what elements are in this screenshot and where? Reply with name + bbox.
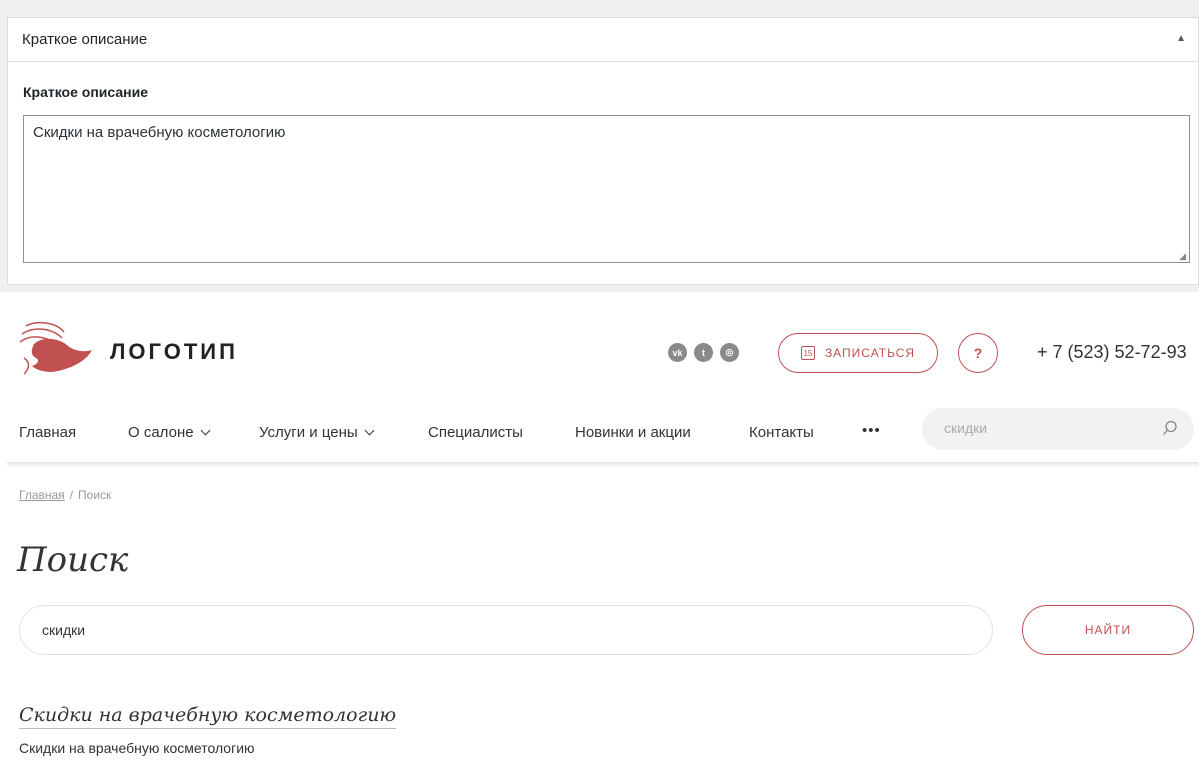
nav-item-label: Контакты [749,424,814,441]
nav-item-services[interactable]: Услуги и цены [259,424,375,441]
book-appointment-button[interactable]: 15 ЗАПИСАТЬСЯ [778,333,938,373]
logo-text[interactable]: ЛОГОТИП [110,339,238,365]
short-description-metabox: Краткое описание ▲ Краткое описание ◢ [7,17,1199,285]
calendar-icon: 15 [800,346,815,360]
vk-icon[interactable]: vk [668,343,687,362]
nav-item-label: Специалисты [428,424,523,441]
result-title-link[interactable]: Скидки на врачебную косметологию [19,704,397,729]
breadcrumb-separator: / [69,488,74,502]
triangle-up-icon[interactable]: ▲ [1176,33,1186,44]
header-search-input[interactable] [942,419,1146,437]
help-button[interactable]: ? [958,333,998,373]
nav-divider [7,462,1199,468]
nav-item-news[interactable]: Новинки и акции [575,424,691,441]
main-search [19,605,993,655]
nav-item-about[interactable]: О салоне [128,424,211,441]
resize-handle-icon[interactable]: ◢ [1179,251,1186,262]
nav-item-label: Главная [19,424,77,441]
twitter-icon[interactable]: t [694,343,713,362]
metabox-header[interactable]: Краткое описание ▲ [8,18,1198,62]
chevron-down-icon [364,425,375,436]
metabox-title: Краткое описание [22,31,148,48]
nav-item-home[interactable]: Главная [19,424,76,441]
breadcrumb: Главная / Поиск [19,488,111,502]
chevron-down-icon [200,425,211,436]
breadcrumb-current: Поиск [78,488,112,502]
header-search [922,408,1194,450]
page-title: Поиск [17,540,129,580]
find-button[interactable]: НАЙТИ [1022,605,1194,655]
main-nav: Главная О салоне Услуги и цены Специалис… [0,408,1199,464]
search-icon[interactable] [1162,420,1178,436]
nav-item-label: Услуги и цены [259,424,358,441]
nav-item-label: О салоне [128,424,194,441]
logo-icon[interactable] [16,318,92,378]
more-menu-icon[interactable]: ••• [862,422,881,439]
short-description-textarea[interactable] [23,115,1190,263]
search-input[interactable] [40,621,944,639]
admin-area: Краткое описание ▲ Краткое описание ◢ [0,0,1199,292]
breadcrumb-home-link[interactable]: Главная [19,488,65,502]
book-button-label: ЗАПИСАТЬСЯ [824,346,916,360]
site-preview: ЛОГОТИП vk t ◎ 15 ЗАПИСАТЬСЯ ? + 7 (523)… [0,292,1199,782]
field-label: Краткое описание [23,84,148,100]
result-description: Скидки на врачебную косметологию [19,740,255,756]
nav-item-contacts[interactable]: Контакты [749,424,814,441]
phone-number[interactable]: + 7 (523) 52-72-93 [1037,342,1187,363]
social-links: vk t ◎ [668,343,739,362]
nav-item-specialists[interactable]: Специалисты [428,424,523,441]
nav-item-label: Новинки и акции [575,424,691,441]
instagram-icon[interactable]: ◎ [720,343,739,362]
